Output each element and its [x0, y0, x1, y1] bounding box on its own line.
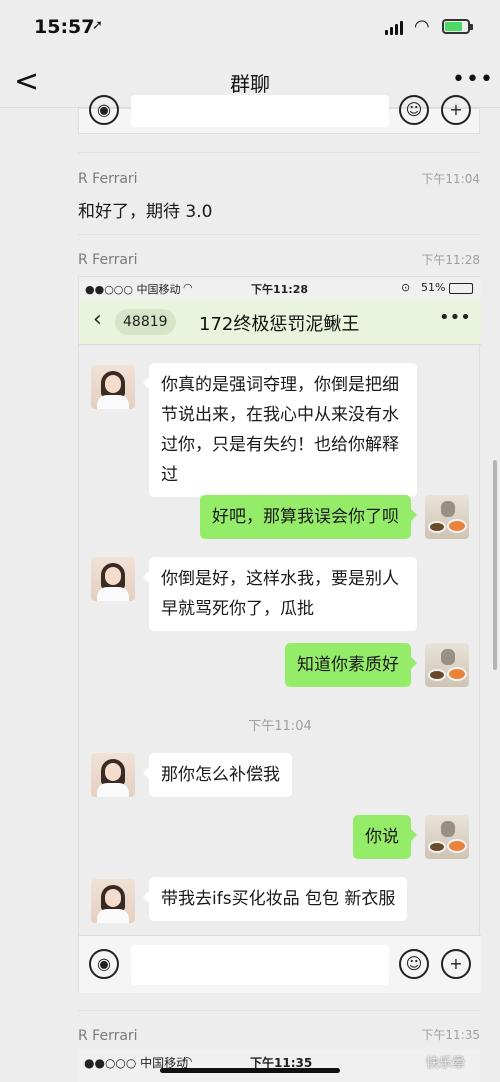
- previous-image-panel[interactable]: ◉ ☺ +: [78, 95, 480, 134]
- time-divider: 下午11:04: [248, 719, 312, 734]
- signal-icon: [385, 21, 403, 35]
- chat-screenshot-image-2[interactable]: ●●○○○ 中国移动 ◠ 下午11:35: [78, 1050, 480, 1082]
- chat-bubble-left: 你倒是好，这样水我，要是别人早就骂死你了，瓜批: [143, 557, 417, 631]
- battery-icon: [442, 19, 473, 34]
- avatar: [91, 879, 135, 923]
- chat-bubble-left: 带我去ifs买化妆品 包包 新衣服: [142, 877, 408, 921]
- inner-wifi-icon: ◠: [183, 281, 193, 294]
- inner-carrier: ●●○○○ 中国移动: [85, 283, 181, 296]
- inner-lock-icon: ⊙: [401, 281, 411, 294]
- scrollbar[interactable]: [493, 460, 497, 670]
- inner-battery: 51%: [421, 281, 446, 294]
- message-time: 下午11:04: [421, 172, 480, 186]
- chat-bubble-left: 你真的是强词夺理，你倒是把细节说出来，在我心中从来没有水过你，只是有失约！也给你…: [143, 363, 417, 497]
- plus-icon: +: [441, 949, 471, 979]
- message-text[interactable]: 和好了，期待 3.0: [78, 197, 212, 222]
- emoji-icon: ☺: [399, 95, 429, 125]
- wifi-icon: ◠: [414, 16, 430, 37]
- input-box: [131, 95, 389, 127]
- chat-bubble-right: 你说: [353, 815, 417, 859]
- home-indicator[interactable]: [160, 1068, 340, 1073]
- inner-chat-title: 172终极惩罚泥鳅王: [199, 314, 360, 335]
- unread-badge: 48819: [115, 309, 176, 335]
- plus-icon: +: [441, 95, 471, 125]
- avatar: [425, 815, 469, 859]
- voice-icon: ◉: [89, 949, 119, 979]
- chat-bubble-right: 好吧，那算我误会你了呗: [200, 495, 417, 539]
- more-button[interactable]: •••: [452, 67, 494, 92]
- chat-bubble-right: 知道你素质好: [285, 643, 417, 687]
- voice-icon: ◉: [89, 95, 119, 125]
- inner-time: 下午11:28: [251, 283, 309, 296]
- page-title: 群聊: [230, 72, 270, 96]
- sender-name: R Ferrari: [78, 252, 138, 268]
- inner-input-box: [131, 945, 389, 985]
- avatar: [425, 643, 469, 687]
- emoji-icon: ☺: [399, 949, 429, 979]
- inner-status-bar: ●●○○○ 中国移动 ◠ 下午11:28 ⊙ 51%: [79, 277, 481, 299]
- avatar: [91, 365, 135, 409]
- avatar: [425, 495, 469, 539]
- chat-screenshot-image[interactable]: ●●○○○ 中国移动 ◠ 下午11:28 ⊙ 51% ‹ 48819 172终极…: [78, 276, 481, 993]
- divider: [78, 234, 480, 235]
- chat-bubble-left: 那你怎么补偿我: [143, 753, 292, 797]
- sender-name: R Ferrari: [78, 171, 138, 187]
- avatar: [91, 753, 135, 797]
- avatar: [91, 557, 135, 601]
- message-time: 下午11:28: [421, 253, 480, 267]
- sender-name: R Ferrari: [78, 1028, 138, 1044]
- inner-wifi-icon: ◠: [182, 1054, 193, 1068]
- inner-input-bar: ◉ ☺ +: [79, 935, 481, 993]
- status-time: 15:57: [34, 16, 95, 38]
- inner-battery-icon: [449, 283, 473, 294]
- inner-back-icon: ‹: [93, 307, 102, 332]
- divider: [78, 1010, 480, 1011]
- status-bar: 15:57 ➚ ◠: [0, 0, 500, 56]
- inner-nav-bar: ‹ 48819 172终极惩罚泥鳅王 •••: [79, 299, 481, 345]
- location-arrow-icon: ➚: [92, 18, 103, 33]
- message-time: 下午11:35: [421, 1028, 480, 1042]
- inner-more-icon: •••: [439, 307, 471, 328]
- divider: [78, 152, 480, 153]
- watermark: 快乐晕: [426, 1056, 466, 1071]
